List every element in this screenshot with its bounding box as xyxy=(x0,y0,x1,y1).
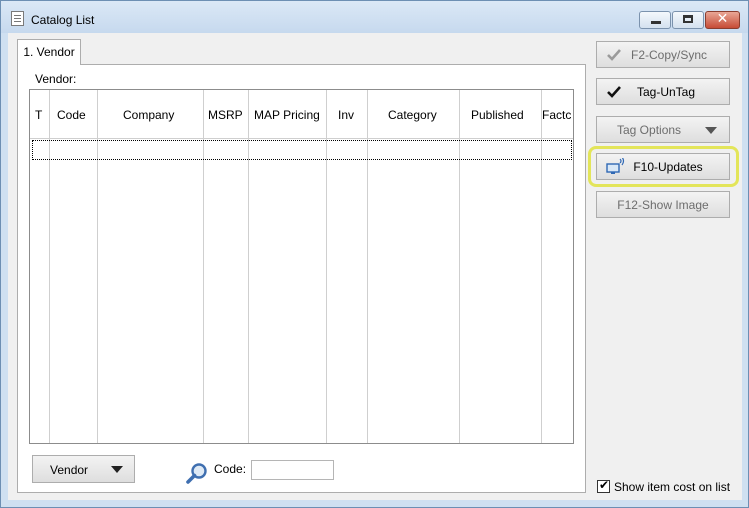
minimize-icon xyxy=(651,21,661,24)
close-button[interactable]: ✕ xyxy=(705,11,740,29)
code-input[interactable] xyxy=(251,460,334,480)
show-image-label: F12-Show Image xyxy=(617,198,709,212)
window-title: Catalog List xyxy=(31,13,95,27)
updates-button[interactable]: F10-Updates xyxy=(596,153,730,180)
minimize-button[interactable] xyxy=(639,11,671,29)
window-client-area: 1. Vendor Vendor: T Code Company MSRP MA… xyxy=(8,33,742,500)
catalog-grid[interactable]: T Code Company MSRP MAP Pricing Inv Cate… xyxy=(29,89,574,444)
show-item-cost-checkbox[interactable]: ✔ xyxy=(597,478,610,493)
chevron-down-icon xyxy=(705,127,717,134)
vendor-dropdown-button[interactable]: Vendor xyxy=(32,455,135,483)
maximize-icon xyxy=(683,15,693,23)
copy-sync-button[interactable]: F2-Copy/Sync xyxy=(596,41,730,68)
tag-untag-label: Tag-UnTag xyxy=(636,85,696,99)
vendor-label: Vendor: xyxy=(35,72,77,86)
vendor-tab-panel: Vendor: T Code Company MSRP MAP Pricing … xyxy=(17,64,586,493)
updates-label: F10-Updates xyxy=(633,160,703,174)
column-header-tag[interactable]: T xyxy=(35,108,42,122)
column-header-code[interactable]: Code xyxy=(57,108,86,122)
column-header-published[interactable]: Published xyxy=(471,108,524,122)
app-icon xyxy=(11,11,24,26)
chevron-down-icon xyxy=(111,466,123,473)
table-row[interactable] xyxy=(32,140,572,160)
column-header-company[interactable]: Company xyxy=(123,108,174,122)
title-bar[interactable]: Catalog List ✕ xyxy=(1,1,748,33)
tab-vendor[interactable]: 1. Vendor xyxy=(17,39,81,65)
column-header-msrp[interactable]: MSRP xyxy=(208,108,243,122)
column-header-category[interactable]: Category xyxy=(388,108,437,122)
show-image-button[interactable]: F12-Show Image xyxy=(596,191,730,218)
search-icon[interactable] xyxy=(185,461,209,485)
tag-options-label: Tag Options xyxy=(617,123,682,137)
column-header-factor[interactable]: Factc xyxy=(542,108,572,122)
close-icon: ✕ xyxy=(716,11,729,27)
header-separator xyxy=(30,138,573,139)
maximize-button[interactable] xyxy=(672,11,704,29)
column-header-inv[interactable]: Inv xyxy=(338,108,354,122)
copy-sync-label: F2-Copy/Sync xyxy=(630,48,708,62)
tag-options-button[interactable]: Tag Options xyxy=(596,116,730,143)
code-label: Code: xyxy=(214,462,247,476)
checkbox-check-icon: ✔ xyxy=(599,478,610,492)
show-item-cost-label[interactable]: Show item cost on list xyxy=(614,480,730,494)
tag-untag-button[interactable]: Tag-UnTag xyxy=(596,78,730,105)
column-header-map-pricing[interactable]: MAP Pricing xyxy=(254,108,320,122)
catalog-list-window: Catalog List ✕ 1. Vendor Vendor: T Code … xyxy=(0,0,749,508)
vendor-button-label: Vendor xyxy=(50,463,89,477)
